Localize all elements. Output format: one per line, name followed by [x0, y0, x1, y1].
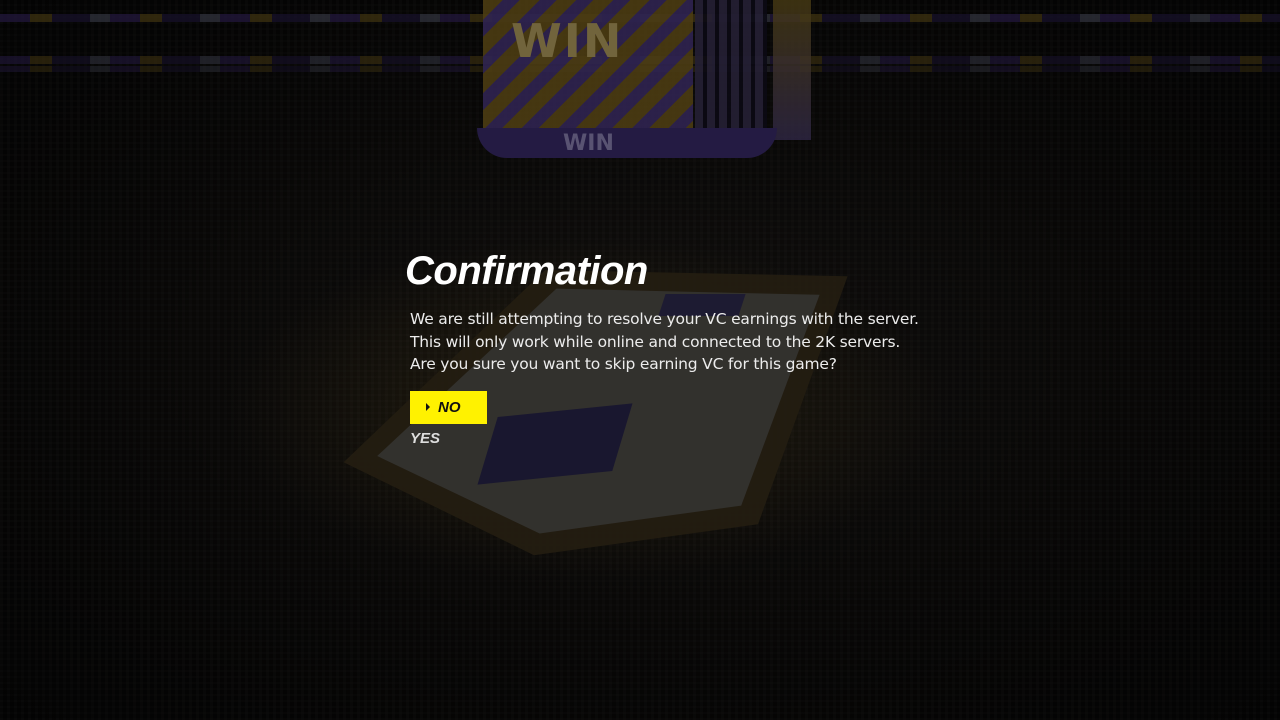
arena-background: WIN WIN Confirmation We are still attemp…	[0, 0, 1280, 720]
no-button[interactable]: NO	[410, 390, 487, 424]
confirmation-dialog: Confirmation We are still attempting to …	[405, 246, 925, 454]
dialog-message: We are still attempting to resolve your …	[410, 310, 919, 373]
yes-button-label: YES	[410, 430, 441, 447]
dialog-options: NO YES	[410, 390, 925, 454]
yes-button[interactable]: YES	[410, 424, 487, 454]
caret-right-icon	[426, 403, 430, 411]
no-button-label: NO	[438, 398, 461, 416]
dialog-title: Confirmation	[405, 249, 648, 293]
